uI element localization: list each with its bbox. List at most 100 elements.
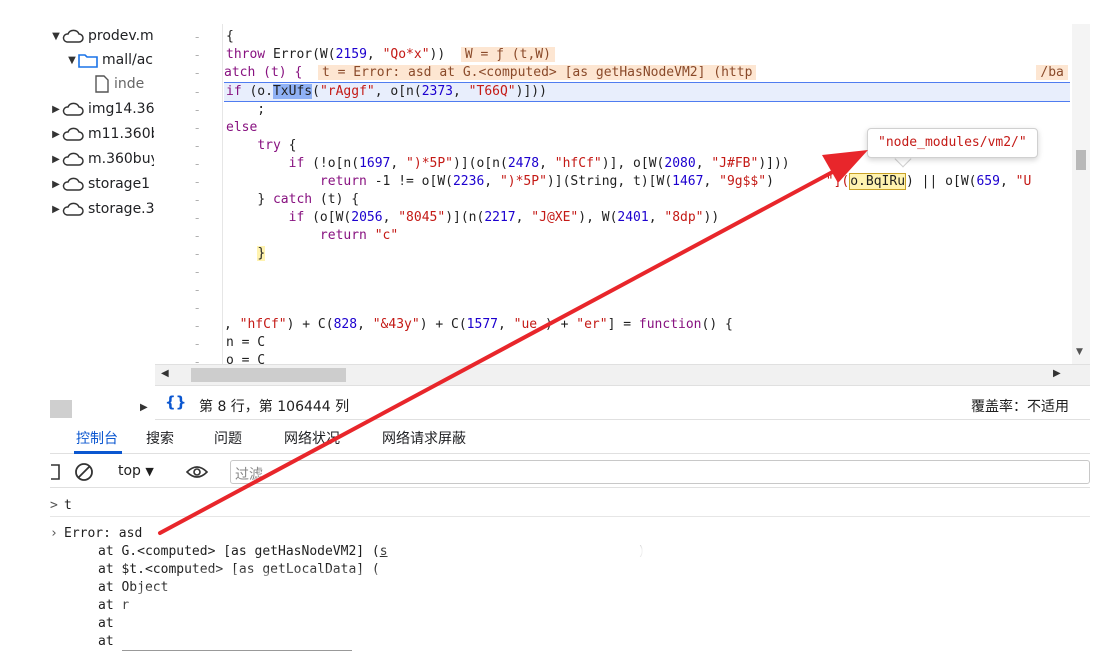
inline-value-preview: W = ƒ (t,W): [460, 47, 555, 62]
sidebar-scrollbar-thumb[interactable]: [50, 400, 72, 418]
editor-status-bar: {} 第 8 行，第 106444 列 覆盖率：不适用: [155, 388, 1090, 420]
console-toolbar: top ▼ 过滤: [50, 456, 1090, 488]
link-underline: [122, 650, 352, 651]
expand-arrow-icon[interactable]: ▶: [50, 104, 62, 115]
tree-item-label: inde: [114, 76, 145, 92]
horizontal-scrollbar[interactable]: ◀ ▶: [155, 364, 1090, 386]
context-selector[interactable]: top ▼: [118, 463, 154, 479]
scroll-left-arrow-icon[interactable]: ◀: [161, 368, 169, 379]
code-editor[interactable]: ------------------- { throw Error(W(2159…: [155, 24, 1090, 364]
tree-item-label: m11.360b: [88, 126, 154, 142]
cloud-icon: [62, 152, 84, 166]
tab-console[interactable]: 控制台: [76, 428, 118, 448]
expand-arrow-icon[interactable]: ▼: [50, 31, 62, 42]
code-line: try {: [257, 138, 297, 153]
value-tooltip: "node_modules/vm2/": [867, 128, 1038, 158]
gutter-marker[interactable]: -: [195, 209, 199, 227]
scroll-right-arrow-icon[interactable]: ▶: [1053, 368, 1061, 379]
stack-frame[interactable]: at r: [98, 597, 129, 615]
stack-frame[interactable]: at: [98, 615, 114, 633]
line-gutter: -------------------: [155, 24, 223, 364]
pretty-print-icon[interactable]: {}: [165, 393, 186, 411]
code-line: return -1 != o[W(2236, ")*5P")](String, …: [319, 173, 1032, 190]
code-line: else: [226, 120, 258, 135]
code-line: if (o[W(2056, "8045")](n(2217, "J@XE"), …: [288, 210, 720, 225]
error-message: Error: asd: [64, 526, 143, 541]
gutter-marker[interactable]: -: [195, 155, 199, 173]
code-line: }: [257, 246, 266, 261]
gutter-marker[interactable]: -: [195, 335, 199, 353]
coverage-status: 覆盖率：不适用: [971, 399, 1069, 415]
expand-arrow-icon[interactable]: ▶: [50, 204, 62, 215]
gutter-marker[interactable]: -: [195, 281, 199, 299]
filter-input[interactable]: 过滤: [230, 460, 1090, 484]
tree-item[interactable]: ▶ storage.3: [50, 197, 154, 221]
dropdown-arrow-icon: ▼: [145, 465, 154, 478]
tab-network-conditions[interactable]: 网络状况: [284, 428, 340, 448]
code-line: o = C: [226, 353, 266, 364]
tree-item[interactable]: ▶ m.360buy: [50, 147, 154, 171]
gutter-marker[interactable]: -: [195, 101, 199, 119]
cloud-icon: [62, 177, 84, 191]
gutter-marker[interactable]: -: [195, 191, 199, 209]
tab-network-request-blocking[interactable]: 网络请求屏蔽: [382, 428, 466, 448]
eye-icon[interactable]: [186, 464, 208, 480]
gutter-marker[interactable]: -: [195, 173, 199, 191]
code-line: ;: [226, 102, 266, 117]
gutter-marker[interactable]: -: [195, 245, 199, 263]
tree-item[interactable]: ▶ img14.36: [50, 97, 154, 121]
tree-item-label: storage1: [88, 176, 151, 192]
console-output: > t › Error: asd at G.<computed> [as get…: [50, 490, 1090, 671]
tree-item-label: m.360buy: [88, 151, 154, 167]
file-icon: [95, 75, 109, 93]
code-line: if (!o[n(1697, ")*5P")](o[n(2478, "hfCf"…: [288, 156, 790, 171]
selected-token: TxUfs: [272, 84, 313, 99]
gutter-marker[interactable]: -: [195, 263, 199, 281]
file-tree: ▼ prodev.m ▼ mall/ac inde ▶ img14.36 ▶ m…: [50, 24, 154, 400]
gutter-marker[interactable]: -: [195, 119, 199, 137]
vertical-scrollbar[interactable]: ▼: [1072, 24, 1090, 364]
redaction-blur: [130, 612, 380, 648]
gutter-marker[interactable]: -: [195, 299, 199, 317]
sidebar-toggle-icon[interactable]: [50, 463, 60, 481]
gutter-marker[interactable]: -: [195, 317, 199, 335]
code-line: n = C: [226, 335, 266, 350]
expand-arrow-icon[interactable]: ▶: [50, 179, 62, 190]
scroll-down-arrow-icon[interactable]: ▼: [1076, 347, 1083, 357]
gutter-marker[interactable]: -: [195, 28, 199, 46]
drawer-tabs: 控制台 搜索 问题 网络状况 网络请求屏蔽: [50, 422, 1090, 454]
console-input-echo: t: [64, 498, 72, 513]
gutter-marker[interactable]: -: [195, 64, 199, 82]
gutter-marker[interactable]: -: [195, 137, 199, 155]
clear-console-icon[interactable]: [74, 462, 94, 482]
hovered-token[interactable]: o.BqIRu: [849, 173, 907, 190]
scrollbar-thumb[interactable]: [1076, 150, 1086, 170]
code-line: return "c": [319, 228, 399, 243]
tab-issues[interactable]: 问题: [214, 428, 242, 448]
expand-arrow-icon[interactable]: ▼: [66, 55, 78, 66]
gutter-marker[interactable]: -: [195, 227, 199, 245]
filter-placeholder: 过滤: [235, 467, 263, 483]
code-line: {: [226, 29, 234, 44]
scroll-right-arrow-icon[interactable]: ▶: [140, 402, 148, 413]
cloud-icon: [62, 102, 84, 116]
tree-item[interactable]: inde: [94, 72, 144, 96]
tree-item[interactable]: ▶ storage1: [50, 172, 150, 196]
expand-arrow-icon[interactable]: ▶: [50, 129, 62, 140]
tree-item[interactable]: ▼ mall/ac: [66, 48, 153, 72]
gutter-marker[interactable]: -: [195, 46, 199, 64]
expand-arrow-icon[interactable]: ▶: [50, 154, 62, 165]
tree-item[interactable]: ▼ prodev.m: [50, 24, 154, 48]
input-prompt: >: [50, 498, 58, 513]
expand-arrow-icon[interactable]: ›: [50, 525, 58, 543]
cursor-position: 第 8 行，第 106444 列: [199, 399, 350, 415]
scrollbar-thumb[interactable]: [191, 368, 346, 382]
tab-search[interactable]: 搜索: [146, 428, 174, 448]
gutter-marker[interactable]: -: [195, 353, 199, 364]
inline-value-preview: t = Error: asd at G.<computed> [as getHa…: [317, 65, 757, 80]
tree-item[interactable]: ▶ m11.360b: [50, 122, 154, 146]
stack-frame[interactable]: at: [98, 633, 114, 651]
cloud-icon: [62, 202, 84, 216]
tree-item-label: img14.36: [88, 101, 154, 117]
gutter-marker[interactable]: -: [195, 83, 199, 101]
